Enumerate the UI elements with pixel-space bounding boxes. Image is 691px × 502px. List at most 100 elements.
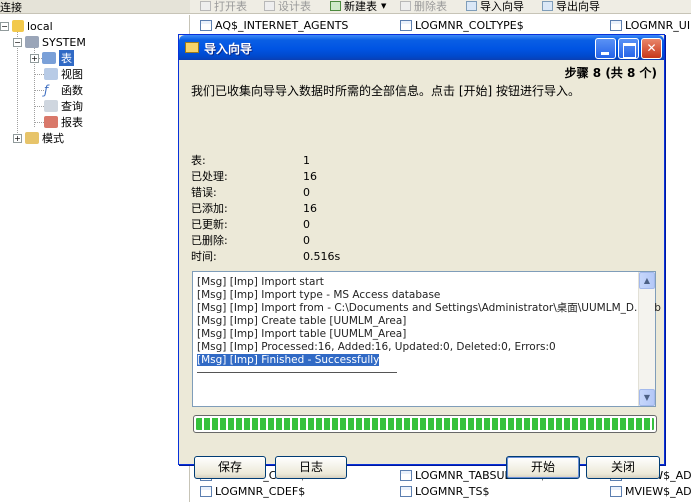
table-name: LOGMNR_CDEF$ — [215, 485, 306, 499]
table-icon — [200, 486, 212, 498]
tree-item-queries[interactable]: 查询 — [44, 98, 83, 114]
model-icon — [25, 132, 39, 144]
query-icon — [44, 100, 58, 112]
table-item[interactable]: LOGMNR_CDEF$ — [200, 484, 396, 500]
close-button[interactable]: 关闭 — [586, 456, 660, 479]
step-indicator: 步骤 8 (共 8 个) — [564, 66, 657, 80]
collapse-icon[interactable]: − — [0, 21, 9, 31]
tree-item-functions[interactable]: ƒ 函数 — [44, 82, 83, 98]
stat-row: 时间: 0.516s — [191, 248, 363, 264]
info-text: 我们已收集向导导入数据时所需的全部信息。点击 [开始] 按钮进行导入。 — [191, 84, 580, 98]
delete-table-button[interactable]: 删除表 — [400, 0, 447, 13]
table-item[interactable]: MVIEW$_ADV — [610, 484, 691, 500]
tables-icon — [42, 52, 56, 64]
log-line: [Msg] [Imp] Processed:16, Added:16, Upda… — [197, 341, 637, 354]
table-name: LOGMNR_UID$ — [625, 18, 691, 32]
design-table-button[interactable]: 设计表 — [264, 0, 311, 13]
connection-header-label: 连接 — [0, 1, 22, 14]
save-button[interactable]: 保存 — [194, 456, 266, 479]
stat-label: 已更新: — [191, 218, 228, 231]
connection-tree: − local − SYSTEM + 表 视图 ƒ 函数 查询 报表 + 模式 — [0, 15, 190, 502]
scroll-down-icon[interactable]: ▼ — [639, 389, 655, 406]
wizard-icon — [185, 42, 199, 53]
minimize-icon[interactable] — [595, 38, 616, 59]
tree-item-reports[interactable]: 报表 — [44, 114, 83, 130]
table-icon — [610, 486, 622, 498]
table-icon — [400, 19, 412, 31]
log-line: [Msg] [Imp] Import type - MS Access data… — [197, 289, 637, 302]
table-icon — [200, 19, 212, 31]
open-table-icon — [200, 1, 211, 11]
stat-row: 已删除: 0 — [191, 232, 363, 248]
start-button[interactable]: 开始 — [506, 456, 580, 479]
expand-icon[interactable]: + — [13, 133, 22, 143]
stat-label: 已处理: — [191, 170, 228, 183]
table-item[interactable]: LOGMNR_COLTYPE$ — [400, 17, 606, 33]
maximize-icon[interactable] — [618, 38, 639, 59]
dialog-content: 步骤 8 (共 8 个) 我们已收集向导导入数据时所需的全部信息。点击 [开始]… — [182, 60, 663, 479]
tree-item-tables[interactable]: + 表 — [30, 50, 74, 66]
scroll-up-icon[interactable]: ▲ — [639, 272, 655, 289]
table-icon — [610, 19, 622, 31]
log-lines: [Msg] [Imp] Import start [Msg] [Imp] Impo… — [197, 276, 661, 367]
stat-value: 1 — [303, 153, 310, 167]
design-table-icon — [264, 1, 275, 11]
export-wizard-button[interactable]: 导出向导 — [542, 0, 600, 13]
dialog-titlebar[interactable]: 导入向导 ✕ — [179, 35, 664, 60]
function-icon: ƒ — [44, 83, 49, 97]
log-line-text: [Msg] [Imp] Import type - MS Access data… — [197, 289, 441, 301]
stat-value: 16 — [303, 169, 317, 183]
expand-icon[interactable]: + — [30, 53, 39, 63]
export-wizard-icon — [542, 1, 553, 11]
stat-label: 已添加: — [191, 202, 228, 215]
log-line: [Msg] [Imp] Import table [UUMLM_Area] — [197, 328, 637, 341]
collapse-icon[interactable]: − — [13, 37, 22, 47]
table-item[interactable]: LOGMNR_UID$ — [610, 17, 691, 33]
tree-item-schema[interactable]: − SYSTEM — [13, 34, 86, 50]
log-box[interactable]: [Msg] [Imp] Import start [Msg] [Imp] Impo… — [192, 271, 661, 407]
table-icon — [400, 486, 412, 498]
table-name: LOGMNR_COLTYPE$ — [415, 18, 524, 32]
log-scrollbar[interactable]: ▲ ▼ — [638, 272, 655, 406]
table-item[interactable]: LOGMNR_TS$ — [400, 484, 606, 500]
stat-label: 已删除: — [191, 234, 228, 247]
table-item[interactable]: AQ$_INTERNET_AGENTS — [200, 17, 396, 33]
tree-item-views[interactable]: 视图 — [44, 66, 83, 82]
log-line-text: [Msg] [Imp] Import table [UUMLM_Area] — [197, 328, 407, 340]
import-wizard-dialog: 导入向导 ✕ 步骤 8 (共 8 个) 我们已收集向导导入数据时所需的全部信息。… — [178, 34, 665, 479]
delete-table-icon — [400, 1, 411, 11]
dropdown-arrow-icon[interactable]: ▼ — [381, 2, 386, 10]
stat-row: 错误: 0 — [191, 184, 363, 200]
log-line-text: [Msg] [Imp] Import start — [197, 276, 324, 288]
log-line: [Msg] [Imp] Create table [UUMLM_Area] — [197, 315, 637, 328]
log-button[interactable]: 日志 — [275, 456, 347, 479]
new-table-button[interactable]: 新建表 ▼ — [330, 0, 386, 13]
stat-value: 0.516s — [303, 249, 341, 263]
log-line: [Msg] [Imp] Import start — [197, 276, 637, 289]
stat-value: 0 — [303, 185, 310, 199]
log-line: [Msg] [Imp] Finished - Successfully — [197, 354, 637, 367]
connection-header: 连接 — [0, 0, 190, 14]
log-line-text: [Msg] [Imp] Create table [UUMLM_Area] — [197, 315, 407, 327]
import-stats: 表: 1 已处理: 16 错误: 0 已添加: 16 已更新: 0 已删除: 0 时间: 0.516s — [191, 152, 363, 264]
dialog-title: 导入向导 — [204, 42, 253, 56]
stat-row: 已添加: 16 — [191, 200, 363, 216]
report-icon — [44, 116, 58, 128]
schema-icon — [25, 36, 39, 48]
views-icon — [44, 68, 58, 80]
tree-item-models[interactable]: + 模式 — [13, 130, 64, 146]
import-wizard-icon — [466, 1, 477, 11]
open-table-button[interactable]: 打开表 — [200, 0, 247, 13]
stat-row: 已更新: 0 — [191, 216, 363, 232]
close-icon[interactable]: ✕ — [641, 38, 662, 59]
tree-item-connection[interactable]: − local — [0, 18, 53, 34]
table-icon — [400, 470, 412, 482]
stat-row: 表: 1 — [191, 152, 363, 168]
table-name: AQ$_INTERNET_AGENTS — [215, 18, 349, 32]
new-table-icon — [330, 1, 341, 11]
stat-value: 16 — [303, 201, 317, 215]
import-wizard-button[interactable]: 导入向导 — [466, 0, 524, 13]
stat-value: 0 — [303, 217, 310, 231]
log-line-text: [Msg] [Imp] Finished - Successfully — [197, 354, 380, 366]
log-separator — [197, 372, 397, 373]
